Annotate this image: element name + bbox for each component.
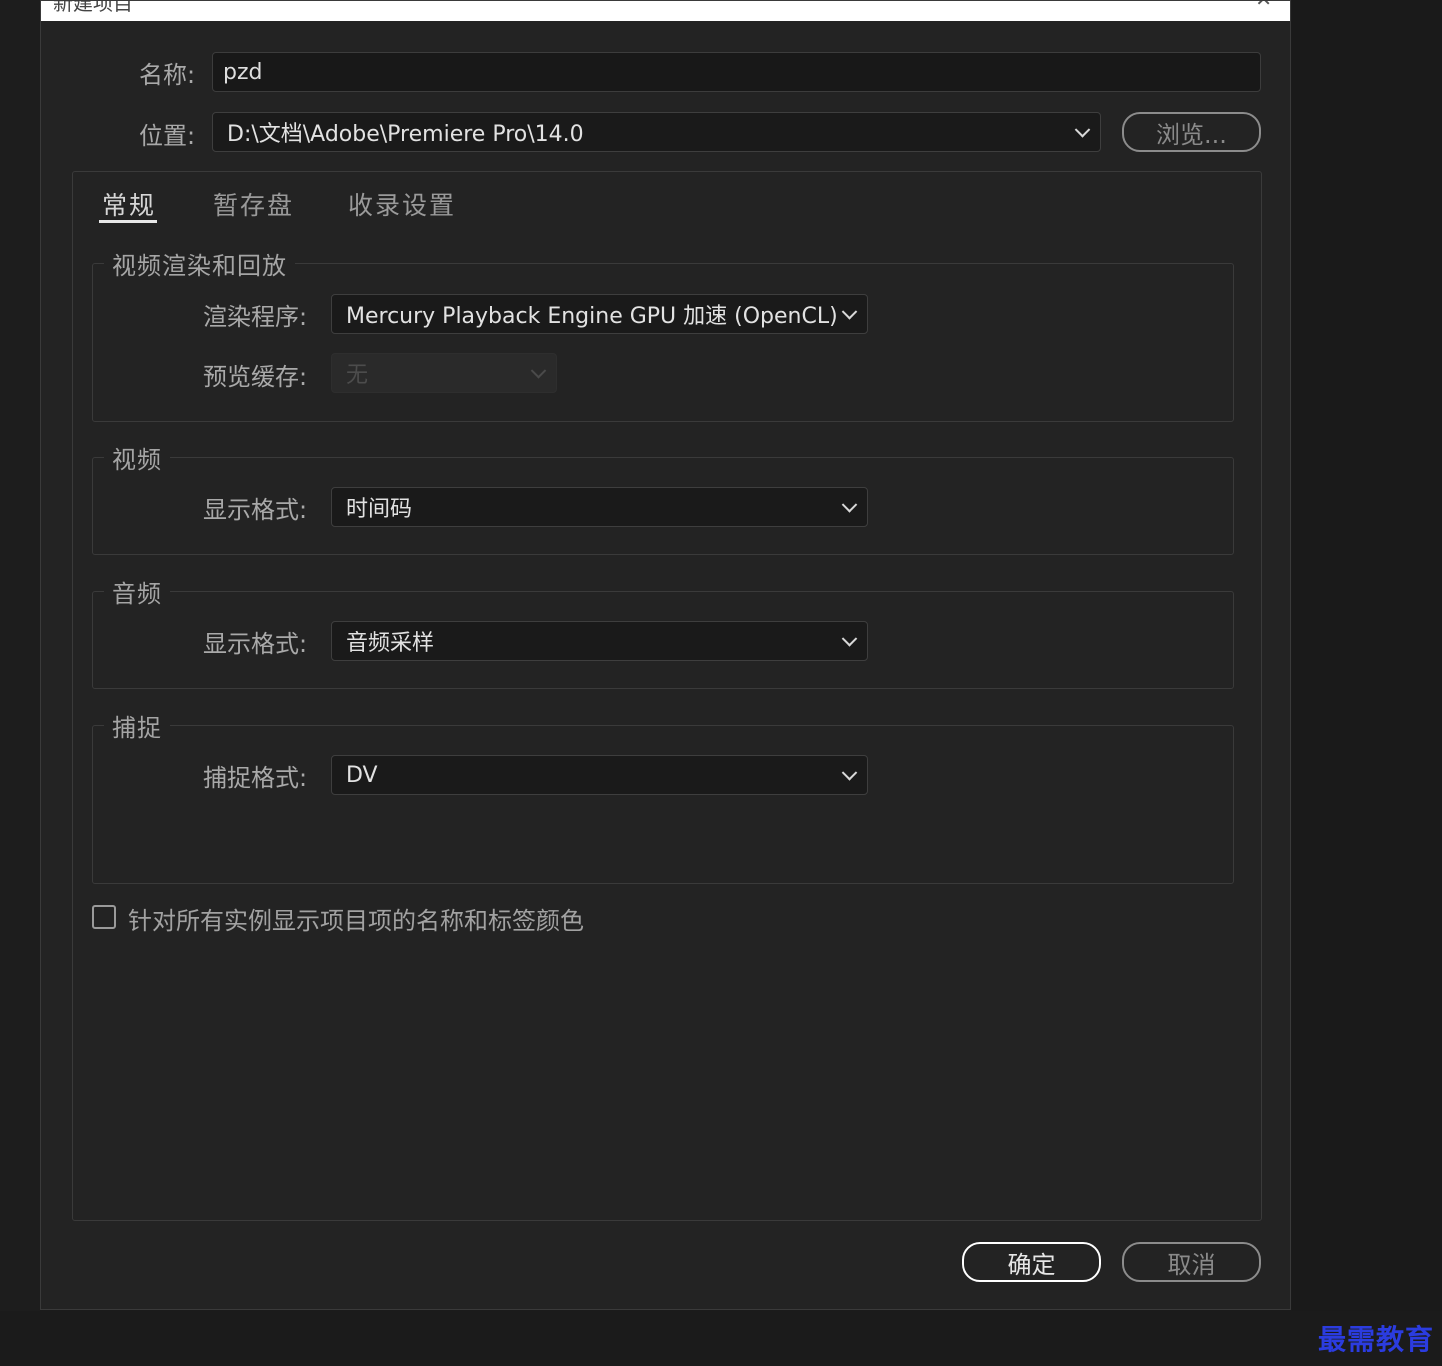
close-icon[interactable]: ✕ <box>1255 1 1272 11</box>
chevron-down-icon <box>841 304 858 320</box>
location-select[interactable]: D:\文档\Adobe\Premiere Pro\14.0 <box>212 112 1101 152</box>
show-label-colors-checkbox[interactable] <box>92 905 116 929</box>
ok-button[interactable]: 确定 <box>962 1242 1101 1282</box>
chevron-down-icon <box>841 631 858 647</box>
audio-format-select[interactable]: 音频采样 <box>331 621 868 661</box>
video-format-select-value: 时间码 <box>346 497 413 522</box>
capture-format-select-value: DV <box>346 762 378 788</box>
name-input[interactable]: pzd <box>212 52 1261 92</box>
dialog-title: 新建项目 <box>53 1 133 15</box>
preview-cache-label: 预览缓存: <box>203 363 308 391</box>
location-select-value: D:\文档\Adobe\Premiere Pro\14.0 <box>227 122 584 147</box>
tab-ingest-settings[interactable]: 收录设置 <box>348 186 456 222</box>
renderer-select[interactable]: Mercury Playback Engine GPU 加速 (OpenCL) <box>331 294 868 334</box>
browse-button[interactable]: 浏览... <box>1122 112 1261 152</box>
chevron-down-icon <box>530 363 547 379</box>
render-group-title: 视频渲染和回放 <box>104 246 295 281</box>
show-label-colors-label[interactable]: 针对所有实例显示项目项的名称和标签颜色 <box>128 901 584 936</box>
preview-cache-select-value: 无 <box>346 363 369 388</box>
audio-format-label: 显示格式: <box>203 630 308 658</box>
background-right <box>1292 0 1442 1366</box>
preview-cache-select: 无 <box>331 353 557 393</box>
watermark-logo: 最需教育 <box>1318 1323 1435 1356</box>
chevron-down-icon <box>841 765 858 781</box>
render-playback-group: 视频渲染和回放 渲染程序: Mercury Playback Engine GP… <box>92 246 1234 422</box>
capture-group-title: 捕捉 <box>104 708 170 743</box>
video-group-title: 视频 <box>104 440 170 475</box>
video-group: 视频 显示格式: 时间码 <box>92 440 1234 555</box>
audio-format-select-value: 音频采样 <box>346 631 435 656</box>
capture-group: 捕捉 捕捉格式: DV <box>92 708 1234 884</box>
tab-general[interactable]: 常规 <box>102 186 156 222</box>
name-input-value: pzd <box>223 59 263 85</box>
video-format-label: 显示格式: <box>203 496 308 524</box>
new-project-dialog: 新建项目 ✕ 名称: pzd 位置: D:\文档\Adobe\Premiere … <box>40 0 1291 1310</box>
tab-scratch-disks[interactable]: 暂存盘 <box>213 186 294 222</box>
chevron-down-icon <box>841 497 858 513</box>
settings-panel: 常规 暂存盘 收录设置 视频渲染和回放 渲染程序: Mercury Playba… <box>72 171 1262 1221</box>
video-format-select[interactable]: 时间码 <box>331 487 868 527</box>
background-left <box>0 0 40 1366</box>
renderer-select-value: Mercury Playback Engine GPU 加速 (OpenCL) <box>346 304 838 329</box>
active-tab-indicator <box>99 220 157 223</box>
cancel-button[interactable]: 取消 <box>1122 1242 1261 1282</box>
location-label: 位置: <box>139 122 196 150</box>
audio-group-title: 音频 <box>104 574 170 609</box>
capture-format-select[interactable]: DV <box>331 755 868 795</box>
capture-format-label: 捕捉格式: <box>203 764 308 792</box>
background-bottom <box>0 1311 1442 1366</box>
name-label: 名称: <box>139 61 196 89</box>
renderer-label: 渲染程序: <box>203 303 308 331</box>
title-bar: 新建项目 ✕ <box>41 1 1290 21</box>
audio-group: 音频 显示格式: 音频采样 <box>92 574 1234 689</box>
chevron-down-icon <box>1074 122 1091 138</box>
